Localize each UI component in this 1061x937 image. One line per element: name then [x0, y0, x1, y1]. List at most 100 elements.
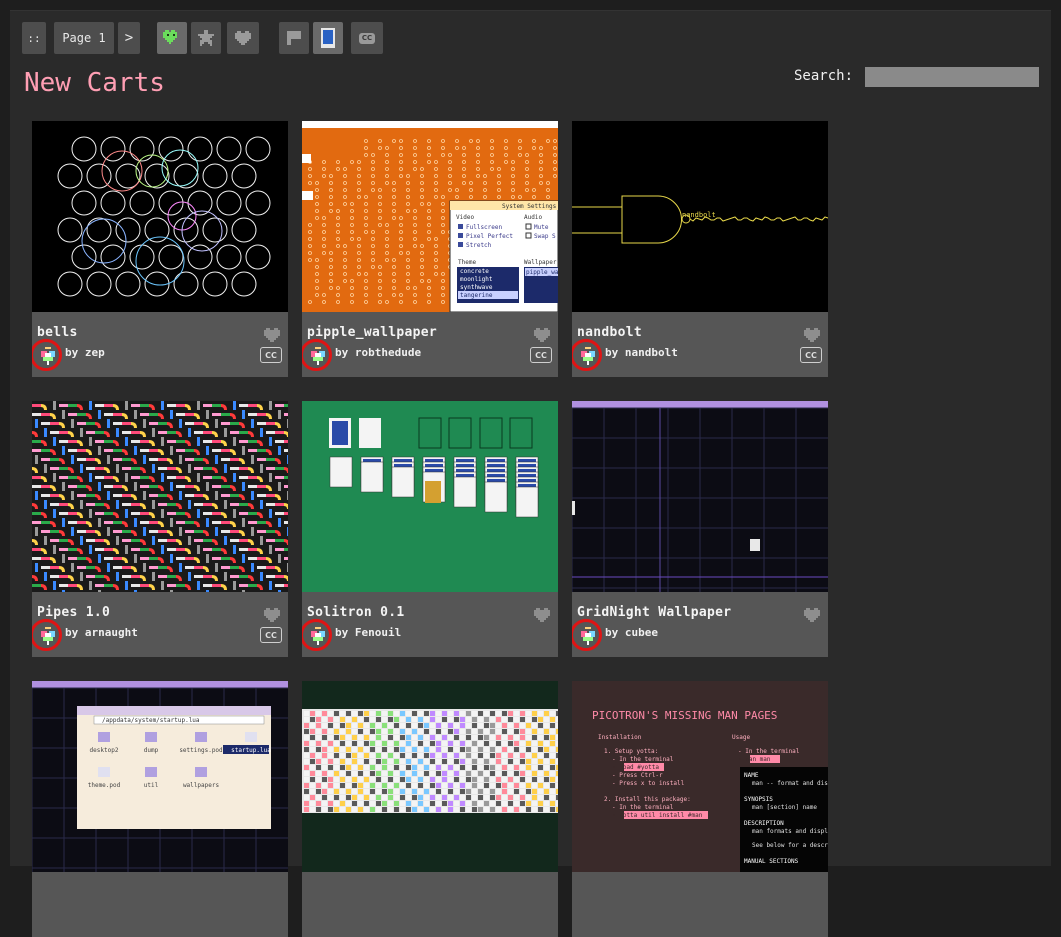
thumb-text: Fullscreen [466, 224, 503, 231]
cart-author[interactable]: by cubee [605, 626, 658, 639]
thumb-text: Usage [732, 734, 750, 741]
cart-card[interactable]: PICOTRON'S MISSING MAN PAGES Installation… [572, 681, 828, 937]
thumb-text: moonlight [460, 276, 493, 283]
cart-title[interactable]: pipple_wallpaper [307, 325, 437, 340]
cc-license-badge: CC [800, 347, 822, 363]
file-name: desktop2 [90, 747, 119, 754]
thumb-text: - In the terminal [738, 748, 800, 755]
thumbnail-art [572, 401, 828, 592]
cart-author[interactable]: by zep [65, 346, 105, 359]
grip-button[interactable]: :: [22, 22, 46, 54]
cc-license-badge: CC [260, 627, 282, 643]
cart-thumbnail[interactable] [32, 401, 288, 592]
search-input[interactable] [865, 67, 1039, 87]
thumb-text: Audio [524, 214, 542, 221]
cart-title[interactable]: Pipes 1.0 [37, 605, 110, 620]
cart-title[interactable]: nandbolt [577, 325, 642, 340]
cart-author[interactable]: by robthedude [335, 346, 421, 359]
cart-author[interactable]: by arnaught [65, 626, 138, 639]
search-label: Search: [794, 68, 854, 84]
thumbnail-art: PICOTRON'S MISSING MAN PAGES Installation… [572, 681, 828, 872]
cart-thumbnail[interactable] [302, 401, 558, 592]
cart-author[interactable]: by Fenouil [335, 626, 401, 639]
cart-card[interactable]: GridNight Wallpaper by cubee [572, 401, 828, 657]
cart-thumbnail[interactable]: nandbolt [572, 121, 828, 312]
heart-icon[interactable] [804, 607, 820, 623]
path-field: /appdata/system/startup.lua [102, 717, 200, 724]
thumb-text: NAME [744, 772, 759, 779]
red-circle-annotation [572, 619, 602, 651]
next-page-button[interactable]: > [118, 22, 140, 54]
star-icon [198, 30, 214, 46]
thumb-text: MANUAL SECTIONS [744, 858, 799, 865]
cc-license-badge: CC [260, 347, 282, 363]
thumbnail-art [302, 401, 558, 592]
red-circle-annotation [572, 339, 602, 371]
heart-icon[interactable] [804, 327, 820, 343]
thumb-text: - In the terminal [612, 804, 674, 811]
cart-card[interactable]: /appdata/system/startup.lua desktop2 dump s… [32, 681, 288, 937]
heart-icon[interactable] [264, 327, 280, 343]
thumb-text: - Press Ctrl-r [612, 772, 663, 779]
heart-icon[interactable] [534, 607, 550, 623]
thumb-text: Installation [598, 734, 642, 741]
cart-icon [321, 28, 335, 48]
cc-icon: CC [359, 32, 375, 44]
thumb-text: concrete [460, 268, 489, 275]
cart-card[interactable]: System Settings Video Audio Fullscreen Pixel… [302, 121, 558, 377]
filter-featured-button[interactable] [191, 22, 221, 54]
nandbolt-label: nandbolt [682, 211, 716, 219]
filter-favorites-button[interactable] [157, 22, 187, 54]
thumb-text: Pixel Perfect [466, 233, 513, 240]
thumb-text: Mute [534, 224, 549, 231]
thumb-text: - Press x to install [612, 780, 685, 787]
thumb-text: man -- format and dis [752, 780, 828, 787]
cart-title[interactable]: bells [37, 325, 78, 340]
cart-thumbnail[interactable] [32, 121, 288, 312]
file-name: dump [144, 747, 159, 754]
red-circle-annotation [32, 339, 62, 371]
file-name: settings.pod [179, 747, 223, 754]
view-cart-button[interactable] [313, 22, 343, 54]
thumb-text: > man man [738, 756, 771, 763]
thumb-text: man formats and displ [752, 828, 828, 835]
thumb-text: Swap S [534, 233, 556, 240]
file-name: util [144, 782, 159, 789]
flag-icon [287, 31, 301, 45]
cart-card[interactable] [302, 681, 558, 937]
page-label: Page 1 [62, 31, 106, 45]
cart-card[interactable]: Pipes 1.0 by arnaught CC [32, 401, 288, 657]
thumb-text: man [section] name [752, 804, 817, 811]
view-flag-button[interactable] [279, 22, 309, 54]
thumb-text: Theme [458, 259, 476, 266]
heart-icon[interactable] [534, 327, 550, 343]
heart-icon[interactable] [264, 607, 280, 623]
red-circle-annotation [302, 339, 332, 371]
cart-card[interactable]: nandbolt nandbolt by nandbolt CC [572, 121, 828, 377]
thumbnail-art [32, 401, 288, 592]
red-circle-annotation [302, 619, 332, 651]
cart-card[interactable]: bells by zep CC [32, 121, 288, 377]
red-circle-annotation [32, 619, 62, 651]
cart-title[interactable]: Solitron 0.1 [307, 605, 405, 620]
page-indicator[interactable]: Page 1 [54, 22, 114, 54]
thumb-text: Wallpaper [524, 259, 557, 266]
cart-thumbnail[interactable]: /appdata/system/startup.lua desktop2 dump s… [32, 681, 288, 872]
cart-title[interactable]: GridNight Wallpaper [577, 605, 731, 620]
thumbnail-art [32, 121, 288, 312]
thumb-text: 2. Install this package: [604, 796, 691, 803]
view-cc-button[interactable]: CC [351, 22, 383, 54]
cart-thumbnail[interactable] [572, 401, 828, 592]
cart-card[interactable]: Solitron 0.1 by Fenouil [302, 401, 558, 657]
grip-label: :: [27, 31, 41, 45]
thumb-text: Stretch [466, 242, 492, 249]
filter-liked-button[interactable] [227, 22, 259, 54]
thumb-text: > load #yotta [612, 764, 659, 771]
cart-thumbnail[interactable]: System Settings Video Audio Fullscreen Pixel… [302, 121, 558, 312]
cart-author[interactable]: by nandbolt [605, 346, 678, 359]
cart-thumbnail[interactable]: PICOTRON'S MISSING MAN PAGES Installation… [572, 681, 828, 872]
thumb-text: SYNOPSIS [744, 796, 773, 803]
next-label: > [124, 30, 134, 46]
thumbnail-art: nandbolt [572, 121, 828, 312]
cart-thumbnail[interactable] [302, 681, 558, 872]
